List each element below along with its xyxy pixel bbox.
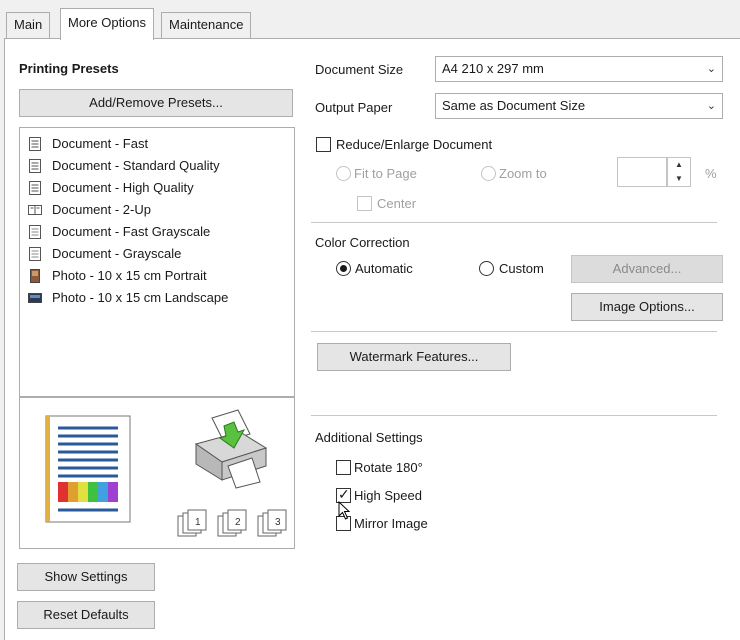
preset-label: Photo - 10 x 15 cm Portrait [52, 268, 207, 283]
zoom-stepper[interactable]: ▲ ▼ [667, 157, 691, 187]
reduce-enlarge-checkbox[interactable] [316, 137, 331, 152]
photo-portrait-icon [30, 269, 40, 283]
collate-copy-1-icon: 1 [177, 509, 207, 537]
document-icon [29, 159, 41, 173]
collate-copy-2-icon: 2 [217, 509, 247, 537]
more-options-panel: Printing Presets Add/Remove Presets... D… [4, 38, 740, 640]
reset-defaults-button[interactable]: Reset Defaults [17, 601, 155, 629]
print-preview-area: 1 2 3 [19, 397, 295, 549]
document-icon [29, 181, 41, 195]
zoom-to-label: Zoom to [499, 166, 547, 181]
document-size-value: A4 210 x 297 mm [442, 61, 544, 76]
checkmark-icon: ✓ [338, 486, 350, 502]
automatic-radio[interactable] [336, 261, 351, 276]
watermark-features-button[interactable]: Watermark Features... [317, 343, 511, 371]
add-remove-presets-button[interactable]: Add/Remove Presets... [19, 89, 293, 117]
advanced-button[interactable]: Advanced... [571, 255, 723, 283]
photo-landscape-icon [28, 293, 42, 303]
preset-label: Document - Standard Quality [52, 158, 220, 173]
zoom-value-input[interactable] [617, 157, 667, 187]
reduce-enlarge-label: Reduce/Enlarge Document [336, 137, 493, 152]
output-paper-value: Same as Document Size [442, 98, 586, 113]
fit-to-page-label: Fit to Page [354, 166, 417, 181]
zoom-to-radio[interactable] [481, 166, 496, 181]
stepper-up-icon[interactable]: ▲ [668, 158, 690, 172]
rotate-180-checkbox[interactable] [336, 460, 351, 475]
high-speed-label: High Speed [354, 488, 422, 503]
mouse-cursor-icon [338, 501, 351, 520]
custom-label: Custom [499, 261, 544, 276]
preset-label: Document - Fast [52, 136, 149, 151]
center-checkbox[interactable] [357, 196, 372, 211]
printing-presets-heading: Printing Presets [19, 61, 119, 76]
preset-label: Document - Grayscale [52, 246, 182, 261]
radio-selected-dot [340, 265, 347, 272]
color-correction-heading: Color Correction [315, 235, 410, 250]
preset-label: Photo - 10 x 15 cm Landscape [52, 290, 229, 305]
two-up-icon [28, 205, 42, 215]
svg-text:3: 3 [275, 517, 281, 528]
document-icon [29, 225, 41, 239]
document-icon [29, 137, 41, 151]
tab-more-options[interactable]: More Options [60, 8, 155, 40]
presets-list: Document - Fast Document - Standard Qual… [19, 127, 295, 397]
preset-label: Document - Fast Grayscale [52, 224, 211, 239]
divider [311, 415, 717, 416]
output-paper-label: Output Paper [315, 100, 393, 115]
image-options-button[interactable]: Image Options... [571, 293, 723, 321]
tab-maintenance-label: Maintenance [169, 17, 244, 32]
preset-label: Document - High Quality [52, 180, 194, 195]
fit-to-page-radio[interactable] [336, 166, 351, 181]
page-preview-icon [45, 415, 131, 523]
document-icon [29, 247, 41, 261]
preset-label: Document - 2-Up [52, 202, 151, 217]
tab-main[interactable]: Main [6, 12, 51, 38]
mirror-image-label: Mirror Image [354, 516, 428, 531]
document-size-label: Document Size [315, 62, 404, 77]
collate-copy-3-icon: 3 [257, 509, 287, 537]
divider [311, 222, 717, 223]
center-label: Center [377, 196, 417, 211]
show-settings-button[interactable]: Show Settings [17, 563, 155, 591]
tab-maintenance[interactable]: Maintenance [161, 12, 252, 38]
custom-radio[interactable] [479, 261, 494, 276]
printer-icon [194, 409, 268, 489]
percent-label: % [705, 166, 717, 181]
rotate-180-label: Rotate 180° [354, 460, 423, 475]
tab-more-options-label: More Options [68, 15, 147, 30]
document-size-select[interactable]: A4 210 x 297 mm ⌄ [435, 56, 723, 82]
tab-main-label: Main [14, 17, 43, 32]
automatic-label: Automatic [355, 261, 413, 276]
divider [311, 331, 717, 332]
stepper-down-icon[interactable]: ▼ [668, 172, 690, 186]
output-paper-select[interactable]: Same as Document Size ⌄ [435, 93, 723, 119]
additional-settings-heading: Additional Settings [315, 430, 423, 445]
chevron-down-icon: ⌄ [706, 63, 716, 75]
chevron-down-icon: ⌄ [706, 100, 716, 112]
svg-text:1: 1 [195, 517, 201, 528]
svg-text:2: 2 [235, 517, 241, 528]
tab-bar: Main More Options Maintenance [0, 0, 740, 40]
